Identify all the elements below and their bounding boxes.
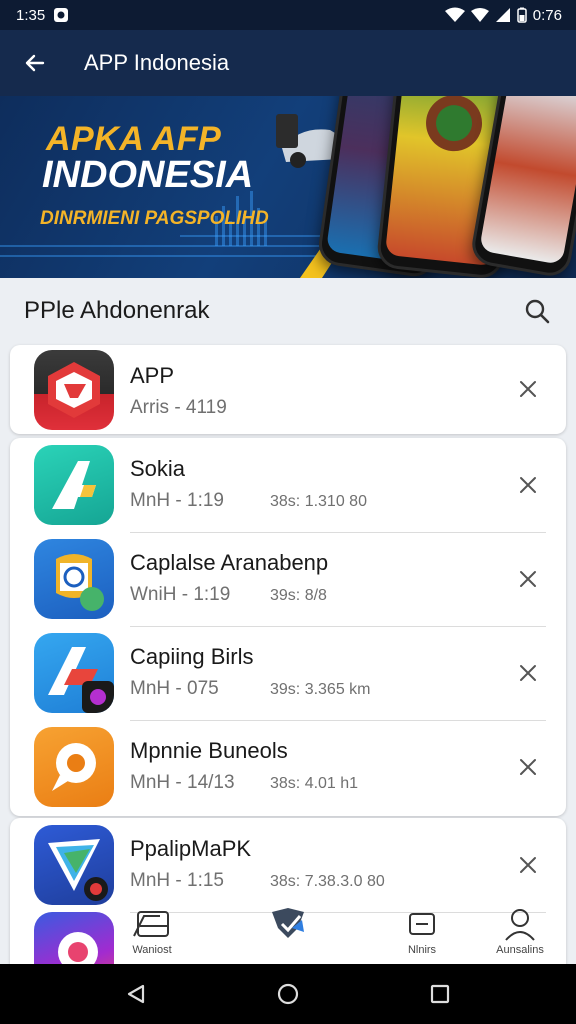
app-logo-icon [34, 727, 114, 807]
status-right: 0:76 [444, 6, 562, 24]
app-name: Mpnnie Buneols [130, 738, 288, 763]
tab-shield[interactable] [248, 906, 328, 964]
wifi-alt-icon [470, 7, 489, 23]
app-name: Capiing Birls [130, 644, 254, 669]
app-logo-icon [34, 350, 114, 430]
nav-recents-button[interactable] [410, 964, 470, 1024]
search-icon [525, 299, 550, 324]
status-bar: 1:35 0:76 [0, 0, 576, 30]
arrow-left-icon [25, 54, 45, 72]
tab-waniost[interactable]: Waniost [112, 906, 192, 964]
back-button[interactable] [0, 30, 70, 96]
inbox-icon [409, 913, 435, 935]
app-meta: MnH - 14/13 [130, 772, 235, 793]
app-name: Caplalse Aranabenp [130, 550, 329, 575]
list-item[interactable]: PpalipMaPK MnH - 1:15 38s: 7.38.3.0 80 [10, 818, 566, 912]
close-icon [520, 381, 536, 397]
tab-nlnirs[interactable]: Nlnirs [382, 906, 462, 964]
square-recents-icon [430, 984, 450, 1004]
battery-time: 0:76 [532, 6, 562, 24]
app-logo-icon [34, 539, 114, 619]
remove-button[interactable] [514, 851, 542, 879]
app-meta: MnH - 1:15 [130, 870, 224, 891]
status-left: 1:35 [16, 7, 69, 24]
battery-icon [517, 7, 527, 23]
person-icon [505, 909, 535, 941]
remove-button[interactable] [514, 753, 542, 781]
app-size: 39s: 3.365 km [270, 681, 371, 698]
section-header: PPle Ahdonenrak [0, 278, 576, 344]
tab-label: Waniost [132, 944, 172, 956]
app-meta: Arris - 4119 [130, 397, 227, 418]
app-header: APP Indonesia [0, 30, 576, 96]
app-meta: WniH - 1:19 [130, 584, 231, 605]
banner-title-line2: INDONESIA [42, 154, 254, 196]
section-title: PPle Ahdonenrak [24, 297, 210, 324]
list-item[interactable]: Capiing Birls MnH - 075 39s: 3.365 km [10, 626, 566, 720]
app-logo-icon [34, 825, 114, 905]
app-logo-icon [34, 633, 114, 713]
remove-button[interactable] [514, 375, 542, 403]
wifi-icon [444, 7, 465, 23]
app-card: Sokia MnH - 1:19 38s: 1.310 80 Caplalse … [10, 438, 566, 816]
list-item[interactable]: Sokia MnH - 1:19 38s: 1.310 80 [10, 438, 566, 532]
remove-button[interactable] [514, 471, 542, 499]
app-size: 39s: 8/8 [270, 587, 327, 604]
app-size: 38s: 7.38.3.0 80 [270, 873, 385, 890]
close-icon [520, 665, 536, 681]
close-icon [520, 477, 536, 493]
nav-home-button[interactable] [258, 964, 318, 1024]
shield-check-icon [272, 908, 304, 938]
list-item[interactable]: Caplalse Aranabenp WniH - 1:19 39s: 8/8 [10, 532, 566, 626]
system-nav-bar [0, 964, 576, 1024]
banner-subtitle: DINRMIENI PAGSPOLIHD [40, 208, 269, 229]
tab-label: Nlnirs [407, 944, 437, 956]
status-time: 1:35 [16, 6, 46, 24]
app-size: 38s: 4.01 h1 [270, 775, 359, 792]
close-icon [520, 857, 536, 873]
circle-home-icon [277, 983, 299, 1005]
remove-button[interactable] [514, 565, 542, 593]
page-title: APP Indonesia [84, 50, 230, 75]
app-logo-icon [34, 445, 114, 525]
app-meta: MnH - 1:19 [130, 490, 224, 511]
app-name: APP [130, 363, 175, 388]
close-icon [520, 571, 536, 587]
cards-icon [133, 911, 169, 937]
app-meta: MnH - 075 [130, 678, 219, 699]
list-item[interactable]: APP Arris - 4119 [10, 345, 566, 434]
signal-icon [495, 7, 511, 23]
nav-back-button[interactable] [106, 964, 166, 1024]
search-button[interactable] [520, 294, 554, 328]
tab-label: Aunsalins [496, 944, 544, 956]
app-name: Sokia [130, 456, 186, 481]
promo-banner[interactable]: APKA AFP INDONESIA DINRMIENI PAGSPOLIHD [0, 96, 576, 278]
app-name: PpalipMaPK [130, 836, 252, 861]
notification-icon [53, 7, 69, 23]
remove-button[interactable] [514, 659, 542, 687]
app-card: APP Arris - 4119 [10, 345, 566, 434]
app-size: 38s: 1.310 80 [270, 493, 367, 510]
triangle-back-icon [127, 984, 145, 1004]
close-icon [520, 759, 536, 775]
list-item[interactable]: Mpnnie Buneols MnH - 14/13 38s: 4.01 h1 [10, 720, 566, 814]
tab-aunsalins[interactable]: Aunsalins [480, 906, 560, 964]
